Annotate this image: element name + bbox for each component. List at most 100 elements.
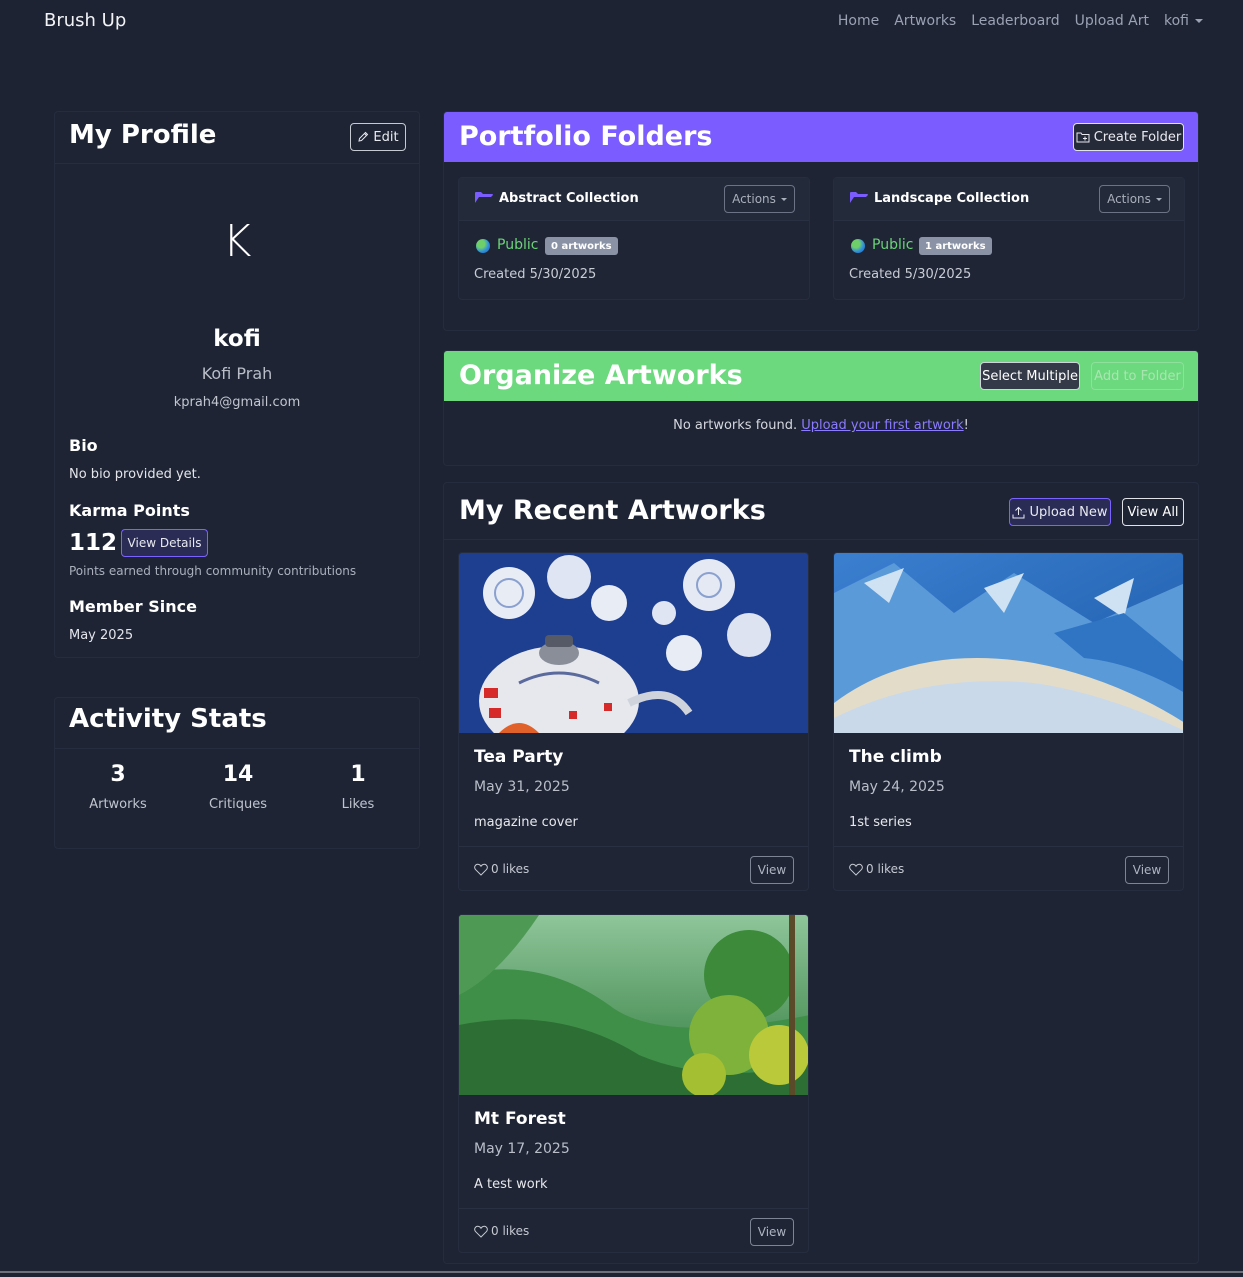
artwork-title[interactable]: Tea Party <box>474 747 563 767</box>
likes-count[interactable]: 0 likes <box>474 862 529 876</box>
artwork-footer: 0 likes View <box>459 1208 808 1252</box>
visibility-label: Public <box>497 237 539 253</box>
organize-artworks-card: Organize Artworks Select Multiple Add to… <box>443 350 1199 466</box>
divider <box>444 539 1198 540</box>
folder-header: Landscape Collection Actions <box>834 178 1184 221</box>
select-multiple-button[interactable]: Select Multiple <box>980 362 1080 390</box>
artwork-title[interactable]: Mt Forest <box>474 1109 566 1129</box>
nav-links: Home Artworks Leaderboard Upload Art kof… <box>838 13 1203 29</box>
artwork-card: Tea Party May 31, 2025 magazine cover 0 … <box>458 552 809 891</box>
folder-card: Landscape Collection Actions Public 1 ar… <box>833 177 1185 300</box>
member-since-value: May 2025 <box>69 628 134 643</box>
bio-label: Bio <box>69 436 98 455</box>
portfolio-folders-header: Portfolio Folders Create Folder <box>444 112 1198 162</box>
nav-home[interactable]: Home <box>838 13 879 29</box>
artwork-footer: 0 likes View <box>459 846 808 890</box>
artwork-card: Mt Forest May 17, 2025 A test work 0 lik… <box>458 914 809 1253</box>
profile-username: kofi <box>213 326 261 352</box>
likes-label: 0 likes <box>491 1224 530 1238</box>
profile-full-name: Kofi Prah <box>201 364 273 383</box>
edit-label: Edit <box>373 129 399 145</box>
view-artwork-button[interactable]: View <box>1125 856 1169 884</box>
visibility-label: Public <box>872 237 914 253</box>
recent-artworks-title: My Recent Artworks <box>459 495 766 526</box>
view-artwork-button[interactable]: View <box>750 1218 794 1246</box>
likes-count[interactable]: 0 likes <box>474 1224 529 1238</box>
folder-created-date: Created 5/30/2025 <box>474 267 597 282</box>
upload-new-button[interactable]: Upload New <box>1009 498 1111 526</box>
upload-first-artwork-link[interactable]: Upload your first artwork <box>801 418 963 433</box>
artwork-footer: 0 likes View <box>834 846 1183 890</box>
chevron-down-icon <box>780 197 787 201</box>
folder-name[interactable]: Landscape Collection <box>874 191 1029 206</box>
upload-new-label: Upload New <box>1029 504 1108 520</box>
brand-logo[interactable]: Brush Up <box>44 10 126 31</box>
organize-artworks-header: Organize Artworks Select Multiple Add to… <box>444 351 1198 401</box>
profile-title: My Profile <box>69 120 217 150</box>
user-menu[interactable]: kofi <box>1164 13 1203 29</box>
avatar: K <box>222 216 252 267</box>
view-all-button[interactable]: View All <box>1122 498 1184 526</box>
artwork-card: The climb May 24, 2025 1st series 0 like… <box>833 552 1184 891</box>
empty-state-message: No artworks found. Upload your first art… <box>444 418 1198 433</box>
stat-value: 3 <box>110 762 126 787</box>
upload-icon <box>1012 506 1025 518</box>
create-folder-button[interactable]: Create Folder <box>1073 123 1184 151</box>
nav-leaderboard[interactable]: Leaderboard <box>971 13 1059 29</box>
empty-text: No artworks found. <box>673 418 802 433</box>
actions-label: Actions <box>732 192 776 206</box>
artwork-description: 1st series <box>849 815 912 830</box>
member-since-label: Member Since <box>69 597 197 616</box>
folder-created-date: Created 5/30/2025 <box>849 267 972 282</box>
create-folder-label: Create Folder <box>1093 129 1182 145</box>
artwork-date: May 17, 2025 <box>474 1141 570 1157</box>
likes-label: 0 likes <box>491 862 530 876</box>
empty-suffix: ! <box>963 418 969 433</box>
portfolio-folders-card: Portfolio Folders Create Folder Abstract… <box>443 111 1199 331</box>
view-details-button[interactable]: View Details <box>121 529 208 557</box>
actions-label: Actions <box>1107 192 1151 206</box>
artwork-thumbnail[interactable] <box>459 915 809 1095</box>
edit-profile-button[interactable]: Edit <box>350 123 406 151</box>
activity-stats-card: Activity Stats 3 Artworks 14 Critiques 1… <box>54 697 420 849</box>
divider <box>55 748 419 749</box>
globe-icon <box>476 239 490 253</box>
folder-name[interactable]: Abstract Collection <box>499 191 639 206</box>
chevron-down-icon <box>1155 197 1162 201</box>
karma-label: Karma Points <box>69 501 190 520</box>
karma-value: 112 <box>69 530 118 556</box>
heart-icon <box>849 863 863 876</box>
nav-artworks[interactable]: Artworks <box>894 13 956 29</box>
chevron-down-icon <box>1195 19 1203 23</box>
profile-header: My Profile Edit <box>55 112 419 164</box>
view-artwork-button[interactable]: View <box>750 856 794 884</box>
navbar: Brush Up Home Artworks Leaderboard Uploa… <box>0 0 1243 44</box>
stat-critiques: 14 Critiques <box>178 762 298 812</box>
artwork-title[interactable]: The climb <box>849 747 942 767</box>
folder-actions-dropdown[interactable]: Actions <box>724 185 795 213</box>
globe-icon <box>851 239 865 253</box>
add-to-folder-button[interactable]: Add to Folder <box>1091 362 1184 390</box>
heart-icon <box>474 863 488 876</box>
folder-header: Abstract Collection Actions <box>459 178 809 221</box>
stat-likes: 1 Likes <box>298 762 418 812</box>
folder-icon <box>850 192 868 203</box>
artwork-description: magazine cover <box>474 815 578 830</box>
pencil-icon <box>358 131 369 142</box>
artwork-count-badge: 0 artworks <box>545 237 618 255</box>
artwork-thumbnail[interactable] <box>834 553 1184 733</box>
artwork-date: May 31, 2025 <box>474 779 570 795</box>
artwork-thumbnail[interactable] <box>459 553 809 733</box>
stat-artworks: 3 Artworks <box>58 762 178 812</box>
recent-artworks-card: My Recent Artworks Upload New View All T… <box>443 482 1199 1264</box>
likes-count[interactable]: 0 likes <box>849 862 904 876</box>
bio-text: No bio provided yet. <box>69 467 201 482</box>
folder-actions-dropdown[interactable]: Actions <box>1099 185 1170 213</box>
portfolio-folders-title: Portfolio Folders <box>459 121 713 152</box>
likes-label: 0 likes <box>866 862 905 876</box>
stat-value: 1 <box>350 762 366 787</box>
stat-label: Artworks <box>89 797 147 812</box>
nav-upload-art[interactable]: Upload Art <box>1075 13 1149 29</box>
organize-artworks-title: Organize Artworks <box>459 360 743 391</box>
user-menu-label: kofi <box>1164 13 1189 29</box>
